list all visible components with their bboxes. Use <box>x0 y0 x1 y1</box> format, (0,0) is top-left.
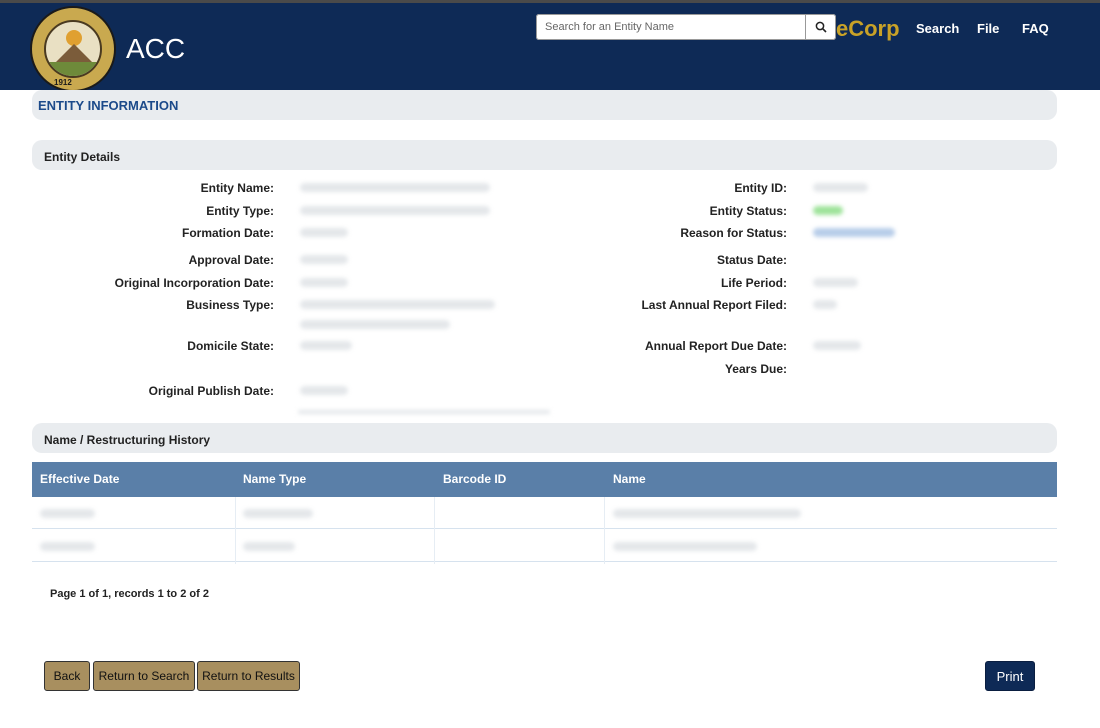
seal-emblem <box>44 20 102 78</box>
col-divider <box>604 497 605 564</box>
search-icon <box>815 21 827 33</box>
nav-search[interactable]: Search <box>916 21 959 36</box>
cell-name-type-redacted <box>243 509 313 518</box>
value-entity-type-redacted <box>300 206 490 215</box>
col-barcode-id[interactable]: Barcode ID <box>443 472 506 486</box>
value-original-incorporation-date-redacted <box>300 278 348 287</box>
entity-search-input[interactable] <box>536 14 806 40</box>
back-button[interactable]: Back <box>44 661 90 691</box>
search-button[interactable] <box>806 14 836 40</box>
label-business-type: Business Type: <box>186 298 274 312</box>
label-last-annual-report-filed: Last Annual Report Filed: <box>641 298 787 312</box>
label-formation-date: Formation Date: <box>181 226 274 240</box>
label-life-period: Life Period: <box>720 276 787 290</box>
value-reason-for-status-link-redacted[interactable] <box>813 228 895 237</box>
value-domicile-state-redacted <box>300 341 352 350</box>
value-entity-id-redacted <box>813 183 868 192</box>
value-formation-date-redacted <box>300 228 348 237</box>
table-row[interactable] <box>32 497 1057 529</box>
cell-name-redacted <box>613 542 757 551</box>
print-button[interactable]: Print <box>985 661 1035 691</box>
value-annual-report-due-date-redacted <box>813 341 861 350</box>
pagination-info: Page 1 of 1, records 1 to 2 of 2 <box>50 588 209 600</box>
value-entity-name-redacted <box>300 183 490 192</box>
label-entity-name: Entity Name: <box>200 181 274 195</box>
cell-name-redacted <box>613 509 801 518</box>
col-name-type[interactable]: Name Type <box>243 472 306 486</box>
col-divider <box>434 497 435 564</box>
value-life-period-redacted <box>813 278 858 287</box>
nav-faq[interactable]: FAQ <box>1022 21 1049 36</box>
entity-search <box>536 14 836 40</box>
value-approval-date-redacted <box>300 255 348 264</box>
table-row[interactable] <box>32 530 1057 562</box>
label-years-due: Years Due: <box>724 362 787 376</box>
value-last-annual-report-redacted <box>813 300 837 309</box>
history-table-header: Effective Date Name Type Barcode ID Name <box>32 462 1057 497</box>
entity-details-header <box>32 140 1057 170</box>
seal-ground <box>46 62 100 76</box>
label-entity-status: Entity Status: <box>709 204 787 218</box>
label-entity-type: Entity Type: <box>206 204 274 218</box>
ecorp-brand[interactable]: eCorp <box>836 16 900 42</box>
value-original-publish-date-redacted <box>300 386 348 395</box>
return-to-search-button[interactable]: Return to Search <box>93 661 195 691</box>
acc-seal-logo[interactable]: 1912 <box>30 6 116 92</box>
nav-file[interactable]: File <box>977 21 999 36</box>
cell-effective-date-redacted <box>40 542 95 551</box>
value-business-type-line2-redacted <box>300 320 450 329</box>
org-short-name[interactable]: ACC <box>126 33 185 65</box>
col-effective-date[interactable]: Effective Date <box>40 472 119 486</box>
cell-name-type-redacted <box>243 542 295 551</box>
label-original-publish-date: Original Publish Date: <box>148 384 274 398</box>
col-divider <box>235 497 236 564</box>
cell-effective-date-redacted <box>40 509 95 518</box>
label-domicile-state: Domicile State: <box>187 339 274 353</box>
value-entity-status-redacted <box>813 206 843 215</box>
label-reason-for-status: Reason for Status: <box>680 226 787 240</box>
label-annual-report-due-date: Annual Report Due Date: <box>644 339 787 353</box>
label-approval-date: Approval Date: <box>188 253 274 267</box>
site-header: 1912 ACC eCorp Search File FAQ <box>0 0 1100 92</box>
label-entity-id: Entity ID: <box>734 181 787 195</box>
seal-year: 1912 <box>54 78 72 87</box>
page-title: ENTITY INFORMATION <box>38 98 179 113</box>
label-original-incorporation-date: Original Incorporation Date: <box>114 276 274 290</box>
label-status-date: Status Date: <box>716 253 787 267</box>
entity-details-title: Entity Details <box>44 150 121 164</box>
col-name[interactable]: Name <box>613 472 646 486</box>
value-business-type-line1-redacted <box>300 300 495 309</box>
value-publish-underline-redacted <box>298 410 550 414</box>
entity-information-bar <box>32 90 1057 120</box>
return-to-results-button[interactable]: Return to Results <box>197 661 300 691</box>
history-title: Name / Restructuring History <box>44 433 211 447</box>
